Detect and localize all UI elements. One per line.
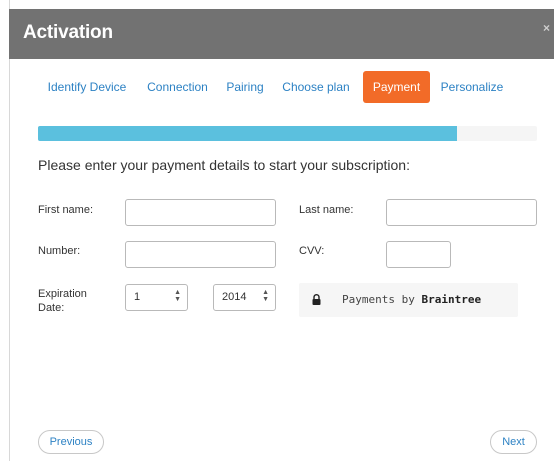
tab-connection[interactable]: Connection	[143, 71, 212, 103]
card-number-input[interactable]	[125, 241, 276, 268]
tab-identify-device[interactable]: Identify Device	[40, 71, 134, 103]
braintree-brand: Braintree	[421, 293, 482, 306]
expiration-label-line1: Expiration	[38, 288, 87, 300]
progress-bar	[38, 126, 537, 141]
first-name-label: First name:	[38, 204, 94, 216]
expiration-year-select[interactable]: 2014 ▲ ▼	[213, 284, 276, 311]
next-button[interactable]: Next	[490, 430, 537, 454]
payments-by-braintree-badge: Payments by Braintree	[299, 283, 518, 317]
tab-payment[interactable]: Payment	[363, 71, 430, 103]
last-name-label: Last name:	[299, 204, 354, 216]
month-value: 1	[134, 291, 141, 303]
tab-choose-plan[interactable]: Choose plan	[280, 71, 352, 103]
braintree-prefix: Payments by	[342, 293, 422, 306]
close-icon[interactable]: ×	[543, 21, 550, 35]
tab-pairing[interactable]: Pairing	[223, 71, 267, 103]
last-name-input[interactable]	[386, 199, 537, 226]
tab-personalize[interactable]: Personalize	[438, 71, 506, 103]
dialog-title: Activation	[23, 22, 113, 43]
cvv-input[interactable]	[386, 241, 451, 268]
year-value: 2014	[222, 291, 247, 303]
select-arrows-icon: ▲ ▼	[174, 289, 181, 303]
expiration-label-line2: Date:	[38, 302, 65, 314]
background-edge	[0, 0, 10, 461]
progress-bar-fill	[38, 126, 458, 141]
braintree-text: Payments by Braintree	[342, 293, 481, 306]
number-label: Number:	[38, 245, 81, 257]
select-arrows-icon: ▲ ▼	[262, 289, 269, 303]
cvv-label: CVV:	[299, 245, 325, 257]
instructions-text: Please enter your payment details to sta…	[38, 157, 410, 173]
previous-button[interactable]: Previous	[38, 430, 104, 454]
expiration-date-label: Expiration Date:	[38, 287, 87, 315]
lock-icon	[312, 294, 321, 305]
first-name-input[interactable]	[125, 199, 276, 226]
dialog-header: Activation ×	[9, 9, 554, 59]
expiration-month-select[interactable]: 1 ▲ ▼	[125, 284, 188, 311]
